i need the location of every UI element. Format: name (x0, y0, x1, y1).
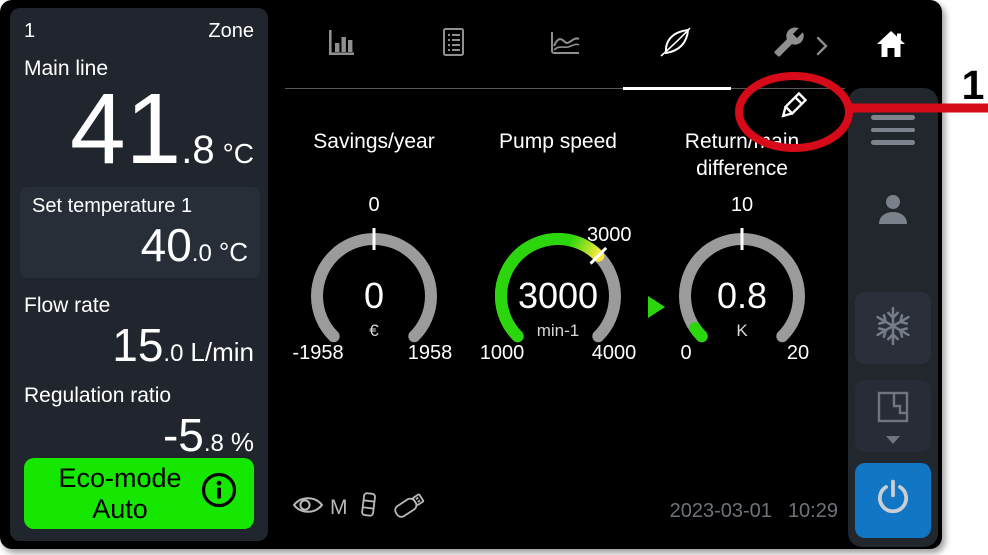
set-temperature-value: 40 .0 °C (32, 222, 248, 268)
gauge-title: Pump speed (499, 128, 617, 194)
tab-bar (285, 0, 845, 89)
svg-text:min-1: min-1 (537, 321, 580, 340)
usb-stick-icon (390, 490, 430, 525)
return-difference-gauge: 10 0 20 0.8K (667, 194, 817, 370)
flow-rate-label: Flow rate (24, 294, 254, 318)
more-tabs-button[interactable] (815, 35, 829, 62)
set-temperature-label: Set temperature 1 (32, 195, 248, 218)
rail-card (848, 88, 938, 547)
zones-button[interactable] (855, 380, 931, 452)
main-content: Savings/year 0 -1958 1958 0€ Pump speed … (270, 0, 848, 549)
flow-rate-unit: L/min (190, 339, 254, 365)
zone-number: 1 (24, 20, 35, 43)
set-temperature-box[interactable]: Set temperature 1 40 .0 °C (20, 187, 260, 278)
gauge-tick-label: 10 (667, 194, 817, 216)
device-screen: 1 Zone Main line 41 .8 °C Set temperatur… (0, 0, 942, 549)
main-temp-fraction: .8 (181, 128, 214, 173)
timestamp-date: 2023-03-01 (670, 500, 772, 523)
module-icon (360, 491, 378, 524)
gauges-row: Savings/year 0 -1958 1958 0€ Pump speed … (282, 120, 834, 370)
home-button[interactable] (850, 8, 932, 84)
zone-label: Zone (208, 20, 254, 43)
home-icon (873, 27, 909, 66)
mode-letter: M (330, 496, 348, 520)
tab-report[interactable] (397, 0, 509, 88)
eco-mode-button[interactable]: Eco-mode Auto (24, 458, 254, 529)
timestamp-time: 10:29 (788, 500, 838, 523)
main-line-temperature: 41 .8 °C (24, 83, 254, 175)
regulation-ratio-value: -5 .8 % (24, 412, 254, 458)
menu-button[interactable] (871, 115, 915, 153)
chevron-right-icon (815, 44, 829, 61)
tab-trend-chart[interactable] (509, 0, 621, 88)
regulation-integer: -5 (163, 412, 204, 458)
pump-speed-gauge: 3000 1000 4000 3000min-1 (483, 194, 633, 370)
gauge-pointer-icon (648, 296, 665, 318)
person-icon (873, 217, 913, 234)
wrench-settings-icon (773, 26, 805, 63)
right-rail (848, 0, 942, 549)
gauge-pump-speed: Pump speed 3000 1000 4000 3000min-1 (466, 120, 650, 370)
regulation-fraction: .8 (204, 432, 224, 456)
chevron-down-icon (886, 436, 900, 444)
main-temp-integer: 41 (70, 83, 181, 175)
flow-rate-value: 15 .0 L/min (24, 322, 254, 368)
regulation-ratio-label: Regulation ratio (24, 384, 254, 408)
floor-plan-icon (873, 388, 913, 433)
gauge-title: Savings/year (313, 128, 434, 194)
svg-text:3000: 3000 (518, 275, 598, 316)
snowflake-icon (872, 305, 914, 352)
svg-text:€: € (369, 321, 379, 340)
leaf-eco-icon (657, 22, 697, 67)
gauge-tick-label: 0 (299, 194, 449, 216)
eco-mode-label: Eco-mode Auto (40, 463, 200, 525)
zone-panel: 1 Zone Main line 41 .8 °C Set temperatur… (10, 8, 268, 541)
bar-chart-icon (325, 26, 357, 63)
status-icons: M (292, 490, 430, 525)
gauge-title: Return/main difference (650, 128, 834, 194)
gauge-savings: Savings/year 0 -1958 1958 0€ (282, 120, 466, 370)
svg-text:K: K (736, 321, 748, 340)
timestamp: 2023-03-01 10:29 (670, 500, 838, 523)
power-button[interactable] (855, 463, 931, 538)
zone-panel-header: 1 Zone (24, 20, 254, 43)
trend-chart-icon (548, 26, 582, 63)
set-temp-fraction: .0 (192, 242, 212, 266)
report-icon (438, 26, 468, 63)
set-temp-unit: °C (219, 239, 248, 265)
set-temp-integer: 40 (141, 222, 192, 268)
annotation-callout-label: 1 (950, 62, 988, 109)
main-temp-unit: °C (223, 138, 254, 170)
regulation-unit: % (231, 429, 254, 455)
power-icon (873, 478, 913, 523)
flow-rate-fraction: .0 (163, 342, 183, 366)
savings-gauge: 0 -1958 1958 0€ (299, 194, 449, 370)
info-icon[interactable] (200, 471, 238, 516)
tab-eco[interactable] (621, 0, 733, 88)
frost-protection-button[interactable] (855, 292, 931, 364)
tab-bar-chart[interactable] (285, 0, 397, 88)
eye-icon (292, 493, 324, 522)
gauge-return-difference: Return/main difference 10 0 20 0.8K (650, 120, 834, 370)
svg-text:0: 0 (364, 275, 384, 316)
user-button[interactable] (873, 190, 913, 235)
svg-text:0.8: 0.8 (717, 275, 767, 316)
flow-rate-integer: 15 (112, 322, 163, 368)
